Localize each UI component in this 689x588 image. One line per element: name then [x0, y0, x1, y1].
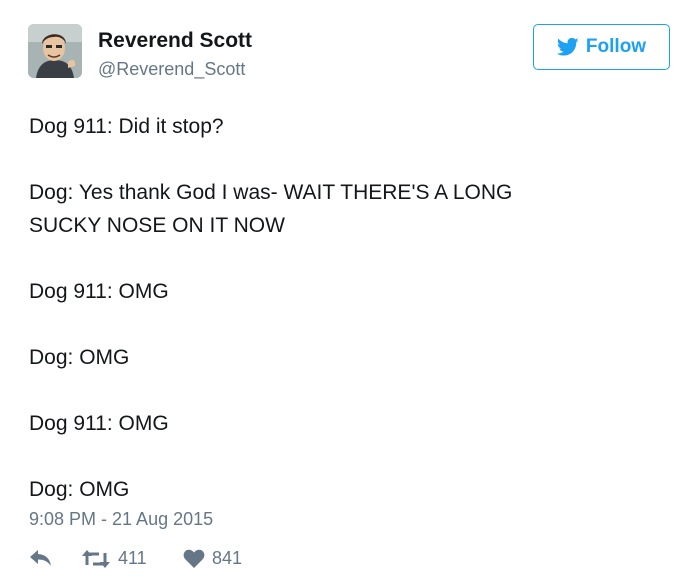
reply-button[interactable]	[29, 548, 53, 568]
retweet-count: 411	[118, 548, 147, 568]
tweet-text: Dog 911: Did it stop? Dog: Yes thank God…	[29, 110, 669, 506]
like-button[interactable]: 841	[183, 548, 242, 569]
avatar-image	[28, 24, 82, 78]
tweet-line: Dog: OMG	[29, 478, 130, 501]
tweet-line: Dog 911: OMG	[29, 412, 169, 435]
tweet-line: SUCKY NOSE ON IT NOW	[29, 214, 285, 237]
tweet-line: Dog 911: OMG	[29, 280, 169, 303]
tweet-line: Dog: Yes thank God I was- WAIT THERE'S A…	[29, 181, 513, 204]
follow-button[interactable]: Follow	[533, 24, 670, 70]
like-count: 841	[212, 548, 243, 568]
tweet-line-gap	[29, 308, 669, 341]
tweet-line: Dog 911: Did it stop?	[29, 115, 224, 138]
heart-icon	[183, 549, 205, 568]
tweet-line: Dog: OMG	[29, 346, 130, 369]
tweet-line-gap	[29, 440, 669, 473]
twitter-bird-icon	[556, 37, 579, 56]
retweet-icon	[82, 549, 110, 568]
tweet-line-gap	[29, 374, 669, 407]
follow-label: Follow	[585, 36, 647, 57]
user-handle[interactable]: @Reverend_Scott	[98, 59, 245, 80]
avatar[interactable]	[28, 24, 82, 78]
tweet-card: Reverend Scott @Reverend_Scott Follow Do…	[0, 0, 689, 588]
user-name[interactable]: Reverend Scott	[98, 29, 252, 53]
tweet-line-gap	[29, 242, 669, 275]
tweet-line-gap	[29, 143, 669, 176]
retweet-button[interactable]: 411	[81, 548, 147, 569]
reply-icon	[30, 550, 51, 566]
tweet-timestamp[interactable]: 9:08 PM - 21 Aug 2015	[29, 509, 213, 530]
